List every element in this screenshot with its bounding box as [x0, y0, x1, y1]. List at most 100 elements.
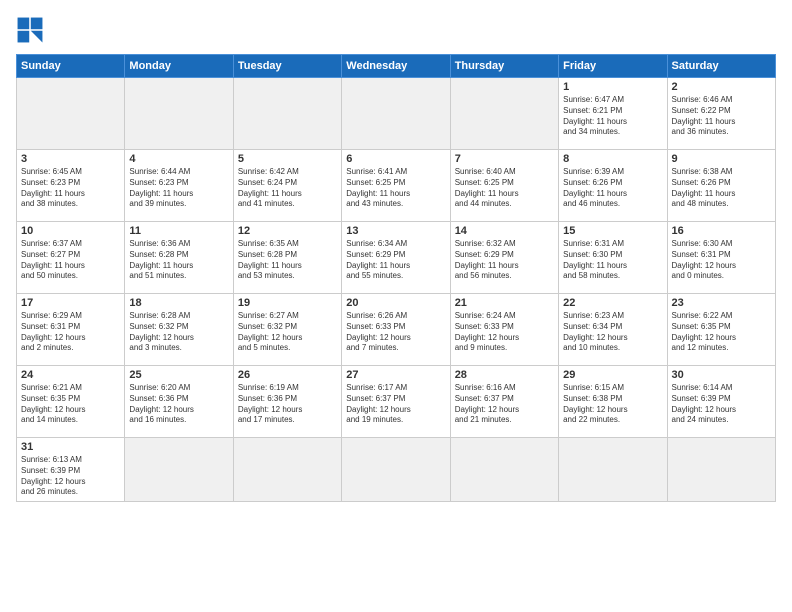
day-info: Sunrise: 6:46 AM Sunset: 6:22 PM Dayligh… — [672, 95, 771, 138]
day-info: Sunrise: 6:15 AM Sunset: 6:38 PM Dayligh… — [563, 383, 662, 426]
day-info: Sunrise: 6:40 AM Sunset: 6:25 PM Dayligh… — [455, 167, 554, 210]
day-number: 1 — [563, 81, 662, 93]
calendar-cell: 31 Sunrise: 6:13 AM Sunset: 6:39 PM Dayli… — [17, 438, 125, 502]
day-number: 8 — [563, 153, 662, 165]
calendar-cell: 30Sunrise: 6:14 AM Sunset: 6:39 PM Dayli… — [667, 366, 775, 438]
calendar-cell: 20 Sunrise: 6:26 AM Sunset: 6:33 PM Dayli… — [342, 294, 450, 366]
day-number: 17 — [21, 297, 120, 309]
day-info: Sunrise: 6:26 AM Sunset: 6:33 PM Dayligh… — [346, 311, 445, 354]
calendar-cell: 15 Sunrise: 6:31 AM Sunset: 6:30 PM Dayli… — [559, 222, 667, 294]
header-area — [16, 16, 776, 44]
day-number: 3 — [21, 153, 120, 165]
calendar-cell: 1 Sunrise: 6:47 AM Sunset: 6:21 PM Daylig… — [559, 78, 667, 150]
day-info: Sunrise: 6:28 AM Sunset: 6:32 PM Dayligh… — [129, 311, 228, 354]
weekday-header-wednesday: Wednesday — [342, 55, 450, 78]
calendar-cell: 23Sunrise: 6:22 AM Sunset: 6:35 PM Dayli… — [667, 294, 775, 366]
day-number: 24 — [21, 369, 120, 381]
week-row-4: 24 Sunrise: 6:21 AM Sunset: 6:35 PM Dayli… — [17, 366, 776, 438]
logo-icon — [16, 16, 44, 44]
day-number: 29 — [563, 369, 662, 381]
day-info: Sunrise: 6:21 AM Sunset: 6:35 PM Dayligh… — [21, 383, 120, 426]
calendar-cell: 2Sunrise: 6:46 AM Sunset: 6:22 PM Daylig… — [667, 78, 775, 150]
calendar-cell: 7 Sunrise: 6:40 AM Sunset: 6:25 PM Daylig… — [450, 150, 558, 222]
day-info: Sunrise: 6:22 AM Sunset: 6:35 PM Dayligh… — [672, 311, 771, 354]
day-number: 15 — [563, 225, 662, 237]
calendar-cell: 29 Sunrise: 6:15 AM Sunset: 6:38 PM Dayli… — [559, 366, 667, 438]
calendar-cell: 12 Sunrise: 6:35 AM Sunset: 6:28 PM Dayli… — [233, 222, 341, 294]
day-number: 28 — [455, 369, 554, 381]
calendar-cell — [233, 438, 341, 502]
calendar-cell: 27 Sunrise: 6:17 AM Sunset: 6:37 PM Dayli… — [342, 366, 450, 438]
calendar-cell — [450, 78, 558, 150]
calendar-cell: 16 Sunrise: 6:30 AM Sunset: 6:31 PM Dayli… — [667, 222, 775, 294]
calendar-cell — [342, 78, 450, 150]
weekday-header-sunday: Sunday — [17, 55, 125, 78]
week-row-2: 10 Sunrise: 6:37 AM Sunset: 6:27 PM Dayli… — [17, 222, 776, 294]
calendar-cell: 21Sunrise: 6:24 AM Sunset: 6:33 PM Dayli… — [450, 294, 558, 366]
day-number: 4 — [129, 153, 228, 165]
calendar-cell: 19 Sunrise: 6:27 AM Sunset: 6:32 PM Dayli… — [233, 294, 341, 366]
week-row-3: 17Sunrise: 6:29 AM Sunset: 6:31 PM Dayli… — [17, 294, 776, 366]
logo — [16, 16, 48, 44]
day-info: Sunrise: 6:38 AM Sunset: 6:26 PM Dayligh… — [672, 167, 771, 210]
calendar-cell: 26Sunrise: 6:19 AM Sunset: 6:36 PM Dayli… — [233, 366, 341, 438]
calendar-cell — [450, 438, 558, 502]
day-info: Sunrise: 6:47 AM Sunset: 6:21 PM Dayligh… — [563, 95, 662, 138]
calendar-cell: 9Sunrise: 6:38 AM Sunset: 6:26 PM Daylig… — [667, 150, 775, 222]
calendar-cell: 10 Sunrise: 6:37 AM Sunset: 6:27 PM Dayli… — [17, 222, 125, 294]
day-number: 6 — [346, 153, 445, 165]
calendar-cell: 25 Sunrise: 6:20 AM Sunset: 6:36 PM Dayli… — [125, 366, 233, 438]
week-row-5: 31 Sunrise: 6:13 AM Sunset: 6:39 PM Dayli… — [17, 438, 776, 502]
day-info: Sunrise: 6:20 AM Sunset: 6:36 PM Dayligh… — [129, 383, 228, 426]
day-number: 16 — [672, 225, 771, 237]
day-info: Sunrise: 6:41 AM Sunset: 6:25 PM Dayligh… — [346, 167, 445, 210]
calendar-cell: 4Sunrise: 6:44 AM Sunset: 6:23 PM Daylig… — [125, 150, 233, 222]
calendar-cell — [667, 438, 775, 502]
day-number: 25 — [129, 369, 228, 381]
day-info: Sunrise: 6:36 AM Sunset: 6:28 PM Dayligh… — [129, 239, 228, 282]
calendar-page: SundayMondayTuesdayWednesdayThursdayFrid… — [0, 0, 792, 612]
weekday-header-row: SundayMondayTuesdayWednesdayThursdayFrid… — [17, 55, 776, 78]
weekday-header-friday: Friday — [559, 55, 667, 78]
calendar-cell — [559, 438, 667, 502]
day-number: 14 — [455, 225, 554, 237]
day-number: 26 — [238, 369, 337, 381]
day-info: Sunrise: 6:42 AM Sunset: 6:24 PM Dayligh… — [238, 167, 337, 210]
day-number: 31 — [21, 441, 120, 453]
day-number: 7 — [455, 153, 554, 165]
day-info: Sunrise: 6:17 AM Sunset: 6:37 PM Dayligh… — [346, 383, 445, 426]
day-info: Sunrise: 6:30 AM Sunset: 6:31 PM Dayligh… — [672, 239, 771, 282]
week-row-0: 1 Sunrise: 6:47 AM Sunset: 6:21 PM Daylig… — [17, 78, 776, 150]
day-info: Sunrise: 6:39 AM Sunset: 6:26 PM Dayligh… — [563, 167, 662, 210]
calendar-cell: 24 Sunrise: 6:21 AM Sunset: 6:35 PM Dayli… — [17, 366, 125, 438]
day-info: Sunrise: 6:27 AM Sunset: 6:32 PM Dayligh… — [238, 311, 337, 354]
day-number: 20 — [346, 297, 445, 309]
day-number: 22 — [563, 297, 662, 309]
calendar-cell: 13Sunrise: 6:34 AM Sunset: 6:29 PM Dayli… — [342, 222, 450, 294]
day-info: Sunrise: 6:13 AM Sunset: 6:39 PM Dayligh… — [21, 455, 120, 498]
day-info: Sunrise: 6:37 AM Sunset: 6:27 PM Dayligh… — [21, 239, 120, 282]
calendar-table: SundayMondayTuesdayWednesdayThursdayFrid… — [16, 54, 776, 502]
calendar-cell: 14 Sunrise: 6:32 AM Sunset: 6:29 PM Dayli… — [450, 222, 558, 294]
day-info: Sunrise: 6:23 AM Sunset: 6:34 PM Dayligh… — [563, 311, 662, 354]
weekday-header-thursday: Thursday — [450, 55, 558, 78]
weekday-header-monday: Monday — [125, 55, 233, 78]
calendar-cell — [125, 78, 233, 150]
day-number: 19 — [238, 297, 337, 309]
day-info: Sunrise: 6:32 AM Sunset: 6:29 PM Dayligh… — [455, 239, 554, 282]
day-info: Sunrise: 6:14 AM Sunset: 6:39 PM Dayligh… — [672, 383, 771, 426]
calendar-cell: 28Sunrise: 6:16 AM Sunset: 6:37 PM Dayli… — [450, 366, 558, 438]
day-info: Sunrise: 6:35 AM Sunset: 6:28 PM Dayligh… — [238, 239, 337, 282]
day-number: 27 — [346, 369, 445, 381]
day-info: Sunrise: 6:31 AM Sunset: 6:30 PM Dayligh… — [563, 239, 662, 282]
calendar-cell: 5Sunrise: 6:42 AM Sunset: 6:24 PM Daylig… — [233, 150, 341, 222]
day-number: 12 — [238, 225, 337, 237]
week-row-1: 3Sunrise: 6:45 AM Sunset: 6:23 PM Daylig… — [17, 150, 776, 222]
weekday-header-saturday: Saturday — [667, 55, 775, 78]
day-number: 18 — [129, 297, 228, 309]
day-info: Sunrise: 6:34 AM Sunset: 6:29 PM Dayligh… — [346, 239, 445, 282]
day-number: 10 — [21, 225, 120, 237]
calendar-cell: 8 Sunrise: 6:39 AM Sunset: 6:26 PM Daylig… — [559, 150, 667, 222]
calendar-cell — [17, 78, 125, 150]
day-number: 11 — [129, 225, 228, 237]
